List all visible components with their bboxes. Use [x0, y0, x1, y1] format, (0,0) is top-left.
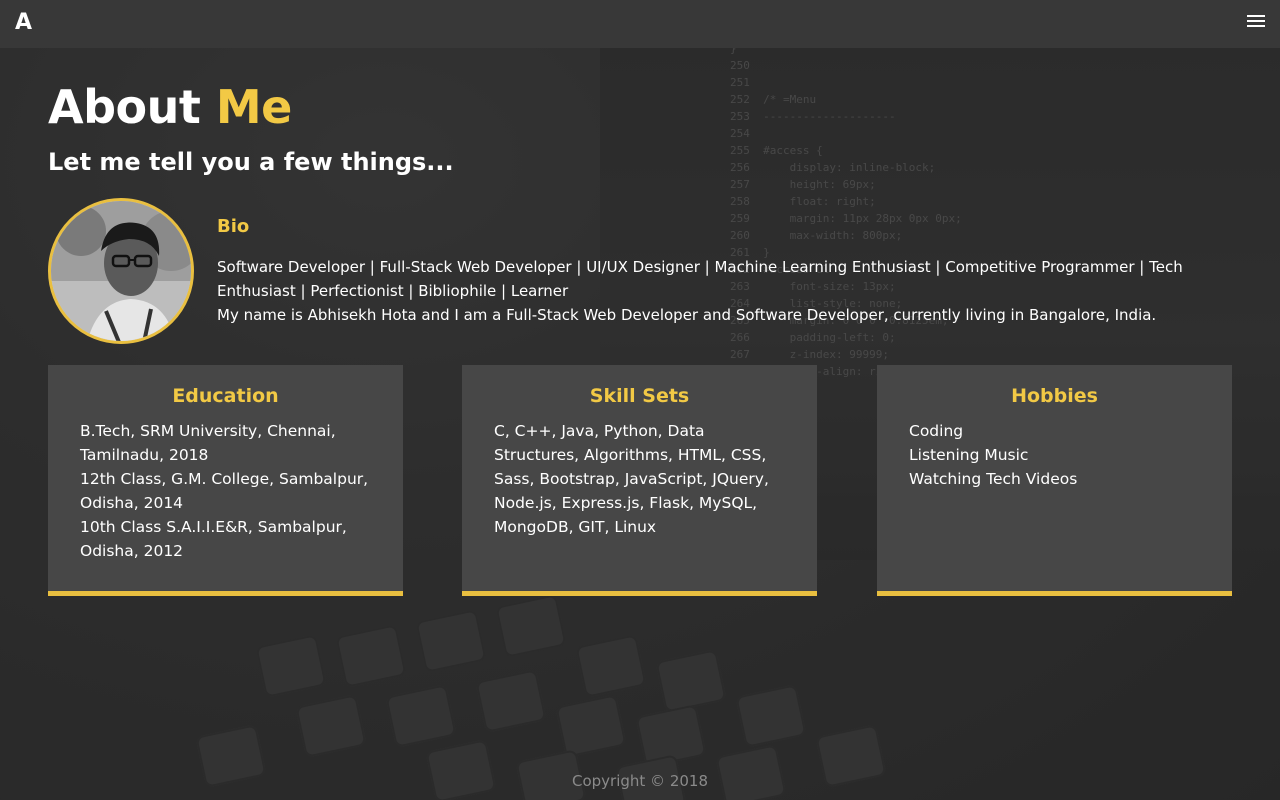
- page-subtitle: Let me tell you a few things...: [48, 148, 454, 176]
- skills-list: C, C++, Java, Python, Data Structures, A…: [494, 422, 769, 536]
- hobbies-title: Hobbies: [1011, 385, 1098, 407]
- hobbies-card: Hobbies Coding Listening Music Watching …: [877, 365, 1232, 596]
- avatar: [48, 198, 194, 344]
- bio-block: Bio Software Developer | Full-Stack Web …: [217, 216, 1237, 327]
- brand-logo[interactable]: A: [15, 10, 32, 35]
- education-item: 12th Class, G.M. College, Sambalpur, Odi…: [80, 470, 369, 512]
- info-cards: Education B.Tech, SRM University, Chenna…: [48, 365, 1232, 596]
- avatar-photo: [51, 201, 191, 341]
- education-card: Education B.Tech, SRM University, Chenna…: [48, 365, 403, 596]
- page-title: About Me: [48, 80, 292, 134]
- education-title: Education: [172, 385, 279, 407]
- skills-card: Skill Sets C, C++, Java, Python, Data St…: [462, 365, 817, 596]
- title-accent: Me: [215, 80, 292, 134]
- bio-tagline: Software Developer | Full-Stack Web Deve…: [217, 258, 1183, 300]
- hobby-item: Coding: [909, 422, 964, 440]
- skills-title: Skill Sets: [589, 385, 690, 407]
- hamburger-icon[interactable]: [1247, 15, 1265, 31]
- hobby-item: Listening Music: [909, 446, 1029, 464]
- title-main: About: [48, 80, 201, 134]
- education-item: B.Tech, SRM University, Chennai, Tamilna…: [80, 422, 336, 464]
- navbar: A: [0, 0, 1280, 48]
- bio-title: Bio: [217, 216, 250, 237]
- hobby-item: Watching Tech Videos: [909, 470, 1078, 488]
- footer-copyright: Copyright © 2018: [571, 772, 708, 790]
- bio-description: My name is Abhisekh Hota and I am a Full…: [217, 306, 1157, 324]
- education-item: 10th Class S.A.I.I.E&R, Sambalpur, Odish…: [80, 518, 347, 560]
